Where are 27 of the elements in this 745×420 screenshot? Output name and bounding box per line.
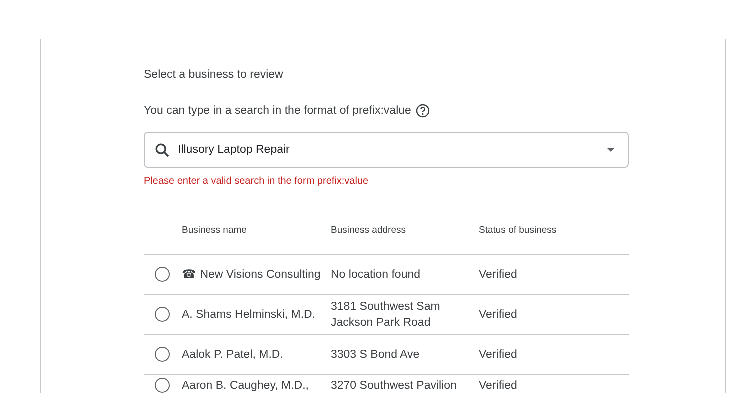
- business-name: ☎ New Visions Consulting: [182, 268, 322, 282]
- business-name: Aaron B. Caughey, M.D.,: [182, 379, 310, 393]
- hint-text: You can type in a search in the format of prefix:value: [144, 105, 412, 117]
- business-address: 3181 Southwest Sam Jackson Park Road: [331, 300, 442, 330]
- search-field[interactable]: Illusory Laptop Repair: [144, 132, 629, 168]
- business-status: Verified: [479, 379, 518, 393]
- radio-button[interactable]: [155, 347, 170, 362]
- business-address: 3270 Southwest Pavilion: [331, 379, 458, 393]
- help-icon[interactable]: [416, 104, 430, 118]
- business-name: Aalok P. Patel, M.D.: [182, 348, 284, 362]
- intro-text: Select a business to review: [144, 69, 284, 81]
- business-address: No location found: [331, 268, 422, 282]
- business-status: Verified: [479, 308, 518, 322]
- column-header: Status of business: [479, 224, 558, 236]
- business-status: Verified: [479, 268, 518, 282]
- column-header: Business name: [182, 224, 248, 236]
- radio-button[interactable]: [155, 307, 170, 322]
- radio-button[interactable]: [155, 378, 170, 393]
- search-input[interactable]: Illusory Laptop Repair: [178, 144, 606, 156]
- radio-button[interactable]: [155, 267, 170, 282]
- error-message: Please enter a valid search in the form prefix:value: [144, 176, 370, 187]
- column-header: Business address: [331, 224, 407, 236]
- search-icon: [155, 142, 170, 158]
- dropdown-caret-icon[interactable]: [606, 147, 616, 153]
- business-status: Verified: [479, 348, 518, 362]
- business-name: A. Shams Helminski, M.D.: [182, 308, 317, 322]
- business-address: 3303 S Bond Ave: [331, 348, 421, 362]
